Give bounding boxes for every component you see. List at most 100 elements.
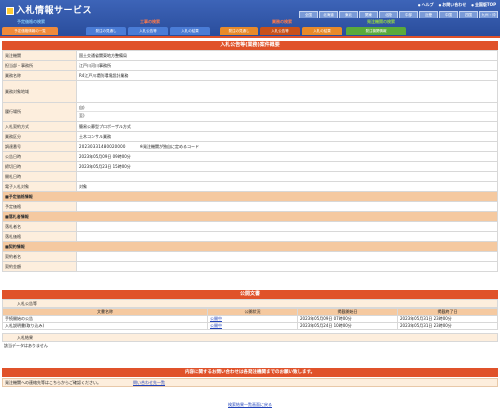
table-row: 発注機関 国土交通省関東地方整備局 bbox=[2, 50, 498, 61]
notice-date-value: 2023年05月09日 09時00分 bbox=[76, 151, 498, 162]
tab-construction-notices[interactable]: 入札公告等 bbox=[128, 27, 168, 35]
document-status: 公開中 bbox=[207, 315, 298, 323]
row-label: 予定価格 bbox=[2, 201, 77, 212]
e-bid-value: 対象 bbox=[76, 181, 498, 192]
nav-group-construction: 工事の検索 発注の見通し 入札公告等 入札の結果 bbox=[86, 19, 214, 35]
nav-group-title: 工事の検索 bbox=[140, 19, 160, 24]
table-row: 締切日時 2023年05月23日 15時00分 bbox=[2, 161, 498, 172]
tab-construction-results[interactable]: 入札の結果 bbox=[170, 27, 210, 35]
document-status-link[interactable]: 公開中 bbox=[210, 323, 222, 328]
table-row: 公告日時 2023年05月09日 09時00分 bbox=[2, 151, 498, 162]
documents-subtitle: 入札公告等 bbox=[2, 299, 498, 308]
table-row: 調達番号 20230331480020000 ※発注機関が独自に定めるコード bbox=[2, 141, 498, 152]
table-row: 契約金額 bbox=[2, 261, 498, 272]
contact-link[interactable]: お問い合わせ bbox=[439, 2, 466, 8]
table-row: 業務名称 R4江戸川堤防環境設計業務 bbox=[2, 70, 498, 81]
winner-price-value bbox=[76, 231, 498, 242]
national-top-link[interactable]: 全国版TOP bbox=[471, 2, 496, 8]
nav-group-agencies: 発注機関の検索 発注機関情報 bbox=[346, 19, 416, 35]
deadline-value: 2023年05月23日 15時00分 bbox=[76, 161, 498, 172]
procurement-number: 20230331480020000 ※発注機関が独自に定めるコード bbox=[76, 141, 498, 152]
table-row: 担当部・事務所 江戸川河川事務所 bbox=[2, 60, 498, 71]
results-subtitle: 入札結果 bbox=[2, 333, 498, 342]
row-label: 開札日時 bbox=[2, 171, 77, 182]
table-row: 業務区分 土木コンサル業務 bbox=[2, 131, 498, 142]
row-label: 発注機関 bbox=[2, 50, 77, 61]
nav-group-title: 業務の検索 bbox=[272, 19, 292, 24]
table-row: 入札説明書(取り込み) 公開中 2023年05月24日 10時00分 2023年… bbox=[2, 322, 498, 330]
documents-title: 公開文書 bbox=[2, 290, 498, 299]
table-row: 落札価格 bbox=[2, 231, 498, 242]
region-tab-hokuriku[interactable]: 北陸 bbox=[379, 11, 398, 18]
top-links: ヘルプ お問い合わせ 全国版TOP bbox=[418, 2, 496, 8]
tab-services-outlook[interactable]: 発注の見通し bbox=[220, 27, 258, 35]
location-from: 自) bbox=[77, 104, 497, 112]
region-tab-tohoku[interactable]: 東北 bbox=[339, 11, 358, 18]
row-label: 公告日時 bbox=[2, 151, 77, 162]
inquiry-notice: 内容に関するお問い合わせは各発注機関までのお願い致します。 bbox=[2, 368, 498, 377]
region-tab-shikoku[interactable]: 四国 bbox=[459, 11, 478, 18]
winner-name-value bbox=[76, 221, 498, 232]
contract-method-value: 簡易公募型プロポーザル方式 bbox=[76, 121, 498, 132]
tab-construction-outlook[interactable]: 発注の見通し bbox=[86, 27, 126, 35]
tab-services-results[interactable]: 入札の結果 bbox=[302, 27, 342, 35]
column-header: 文書名称 bbox=[2, 308, 208, 316]
contact-text: 発注機関への連絡先等はこちらからご確認ください。 bbox=[5, 380, 101, 385]
contact-list-link[interactable]: 問い合わせ先一覧 bbox=[133, 379, 165, 387]
table-row: 手続開始の公告 公開中 2023年05月09日 07時00分 2023年05月3… bbox=[2, 315, 498, 323]
row-label: 担当部・事務所 bbox=[2, 60, 77, 71]
nav-group-title: 発注機関の検索 bbox=[367, 19, 395, 24]
region-tab-chubu[interactable]: 中部 bbox=[399, 11, 418, 18]
table-row: 電子入札対象 対象 bbox=[2, 181, 498, 192]
public-documents: 公開文書 入札公告等 文書名称 公開状況 掲載開始日 掲載終了日 手続開始の公告… bbox=[2, 290, 498, 330]
bid-summary: 入札公告等(業務)案件概要 発注機関 国土交通省関東地方整備局 担当部・事務所 江戸… bbox=[2, 41, 498, 272]
office-value: 江戸川河川事務所 bbox=[76, 60, 498, 71]
region-tab-kanto[interactable]: 関東 bbox=[359, 11, 378, 18]
document-name: 手続開始の公告 bbox=[2, 315, 208, 323]
document-status: 公開中 bbox=[207, 322, 298, 330]
region-tab-kyushu[interactable]: 九州・沖 bbox=[479, 11, 498, 18]
header-divider bbox=[0, 36, 500, 38]
documents-table: 文書名称 公開状況 掲載開始日 掲載終了日 手続開始の公告 公開中 2023年0… bbox=[2, 308, 498, 330]
table-row: 履行場所 自) 至) bbox=[2, 102, 498, 122]
search-nav: 予定価格の検索 予定価格情報の一覧 工事の検索 発注の見通し 入札公告等 入札の… bbox=[2, 19, 498, 36]
contract-section-title: ■契約情報 bbox=[2, 241, 498, 252]
page-title: 入札公告等(業務)案件概要 bbox=[2, 41, 498, 50]
section-header: ■契約情報 bbox=[2, 241, 498, 252]
tab-agency-info[interactable]: 発注機関情報 bbox=[346, 27, 406, 35]
contract-amount-value bbox=[76, 261, 498, 272]
agency-value: 国土交通省関東地方整備局 bbox=[76, 50, 498, 61]
region-tab-hokkaido[interactable]: 北海道 bbox=[319, 11, 338, 18]
table-row: 予定価格 bbox=[2, 201, 498, 212]
row-label: 電子入札対象 bbox=[2, 181, 77, 192]
table-row: 契約者名 bbox=[2, 251, 498, 262]
document-status-link[interactable]: 公開中 bbox=[210, 316, 222, 321]
procurement-number-note: ※発注機関が独自に定めるコード bbox=[139, 143, 200, 149]
document-start: 2023年05月09日 07時00分 bbox=[297, 315, 398, 323]
row-label: 業務名称 bbox=[2, 70, 77, 81]
document-start: 2023年05月24日 10時00分 bbox=[297, 322, 398, 330]
tab-services-notices[interactable]: 入札公告等 bbox=[260, 27, 300, 35]
bid-summary-table: 発注機関 国土交通省関東地方整備局 担当部・事務所 江戸川河川事務所 業務名称 R4江… bbox=[2, 50, 498, 272]
site-title: 入札情報サービス bbox=[16, 5, 93, 15]
opening-date-value bbox=[76, 171, 498, 182]
help-link[interactable]: ヘルプ bbox=[418, 2, 434, 8]
region-tab-zenkoku[interactable]: 全国 bbox=[299, 11, 318, 18]
region-tab-kinki[interactable]: 近畿 bbox=[419, 11, 438, 18]
table-header-row: 文書名称 公開状況 掲載開始日 掲載終了日 bbox=[2, 308, 498, 316]
site-logo[interactable]: 入札情報サービス bbox=[6, 3, 92, 16]
row-label: 契約者名 bbox=[2, 251, 77, 262]
location-value: 自) 至) bbox=[76, 102, 498, 122]
column-header: 掲載開始日 bbox=[297, 308, 398, 316]
back-to-results-link[interactable]: 検索結果一覧画面に戻る bbox=[228, 402, 272, 407]
table-row: 落札者名 bbox=[2, 221, 498, 232]
region-tab-chugoku[interactable]: 中国 bbox=[439, 11, 458, 18]
tab-estimate-list[interactable]: 予定価格情報の一覧 bbox=[2, 27, 58, 35]
nav-group-title: 予定価格の検索 bbox=[17, 19, 45, 24]
back-link-wrap: 検索結果一覧画面に戻る bbox=[0, 402, 500, 408]
document-end: 2023年05月31日 23時00分 bbox=[397, 322, 498, 330]
table-row: 入札契約方式 簡易公募型プロポーザル方式 bbox=[2, 121, 498, 132]
target-area-value bbox=[76, 80, 498, 103]
winner-section-title: ■落札者情報 bbox=[2, 211, 498, 222]
row-label: 落札価格 bbox=[2, 231, 77, 242]
